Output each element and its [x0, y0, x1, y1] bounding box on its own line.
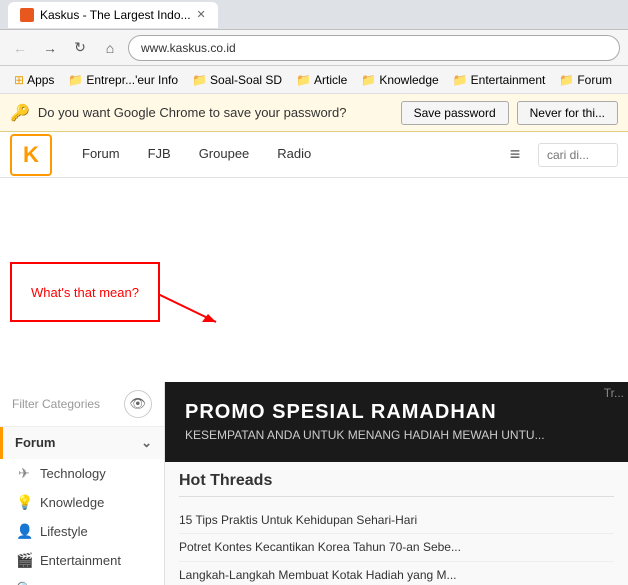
hot-threads-title: Hot Threads — [179, 472, 614, 497]
tooltip-text: What's that mean? — [31, 285, 139, 300]
entertainment-icon: 🎬 — [16, 552, 32, 569]
site-nav: K Forum FJB Groupee Radio ≡ — [0, 132, 628, 178]
filter-header: Filter Categories 👁 — [0, 382, 164, 427]
nav-fjb[interactable]: FJB — [134, 132, 185, 178]
main-layout: Filter Categories 👁 Forum ⌄ ✈ Technology… — [0, 382, 628, 585]
sidebar-forum-header[interactable]: Forum ⌄ — [0, 427, 164, 459]
nav-radio[interactable]: Radio — [263, 132, 325, 178]
right-content: PROMO SPESIAL RAMADHAN KESEMPATAN ANDA U… — [165, 382, 628, 585]
address-bar[interactable]: www.kaskus.co.id — [128, 35, 620, 61]
apps-grid-icon: ⊞ — [14, 73, 24, 87]
folder-icon-5: 📁 — [453, 73, 468, 87]
browser-tab[interactable]: Kaskus - The Largest Indo... ✕ — [8, 2, 218, 28]
sidebar-item-knowledge[interactable]: 💡 Knowledge — [0, 488, 164, 517]
filter-label: Filter Categories — [12, 397, 100, 411]
thread-item[interactable]: Langkah-Langkah Membuat Kotak Hadiah yan… — [179, 562, 614, 585]
eye-button[interactable]: 👁 — [124, 390, 152, 418]
sidebar-forum-label: Forum — [15, 435, 55, 450]
hot-threads: Hot Threads 15 Tips Praktis Untuk Kehidu… — [165, 462, 628, 585]
bookmark-forum[interactable]: 📁 Forum — [553, 71, 618, 89]
bookmark-soal[interactable]: 📁 Soal-Soal SD — [186, 71, 288, 89]
bookmarks-bar: ⊞ Apps 📁 Entrepr...'eur Info 📁 Soal-Soal… — [0, 66, 628, 94]
hero-text: PROMO SPESIAL RAMADHAN KESEMPATAN ANDA U… — [185, 401, 545, 442]
sidebar-item-interest[interactable]: 🔍 Interest — [0, 575, 164, 585]
knowledge-icon: 💡 — [16, 494, 32, 511]
bookmark-entertainment[interactable]: 📁 Entertainment — [447, 71, 552, 89]
technology-icon: ✈ — [16, 465, 32, 482]
chevron-down-icon: ⌄ — [141, 435, 152, 451]
sidebar-item-entertainment[interactable]: 🎬 Entertainment — [0, 546, 164, 575]
nav-groupee[interactable]: Groupee — [185, 132, 264, 178]
tooltip-box: What's that mean? — [10, 262, 160, 322]
url-text: www.kaskus.co.id — [141, 41, 236, 55]
sidebar-item-entertainment-label: Entertainment — [40, 553, 121, 568]
logo-letter: K — [23, 142, 39, 168]
hero-title: PROMO SPESIAL RAMADHAN — [185, 401, 545, 424]
site-logo[interactable]: K — [10, 134, 52, 176]
tab-close-button[interactable]: ✕ — [197, 8, 206, 21]
sidebar-item-knowledge-label: Knowledge — [40, 495, 104, 510]
hero-banner: PROMO SPESIAL RAMADHAN KESEMPATAN ANDA U… — [165, 382, 628, 462]
key-icon: 🔑 — [10, 103, 30, 123]
site-search-input[interactable] — [538, 143, 618, 167]
back-button[interactable]: ← — [8, 36, 32, 60]
bookmark-entrepr[interactable]: 📁 Entrepr...'eur Info — [62, 71, 184, 89]
password-bar: 🔑 Do you want Google Chrome to save your… — [0, 94, 628, 132]
hero-subtitle: KESEMPATAN ANDA UNTUK MENANG HADIAH MEWA… — [185, 428, 545, 442]
tab-favicon — [20, 8, 34, 22]
never-save-button[interactable]: Never for thi... — [517, 101, 618, 125]
sidebar-item-lifestyle-label: Lifestyle — [40, 524, 88, 539]
browser-titlebar: Kaskus - The Largest Indo... ✕ — [0, 0, 628, 30]
folder-icon-6: 📁 — [559, 73, 574, 87]
thread-item[interactable]: 15 Tips Praktis Untuk Kehidupan Sehari-H… — [179, 507, 614, 535]
refresh-button[interactable]: ↻ — [68, 36, 92, 60]
thread-item[interactable]: Potret Kontes Kecantikan Korea Tahun 70-… — [179, 534, 614, 562]
tab-title: Kaskus - The Largest Indo... — [40, 8, 191, 22]
sidebar-item-interest-label: Interest — [40, 582, 83, 585]
page-content: What's that mean? K Forum FJB Groupee Ra… — [0, 132, 628, 585]
sidebar-item-technology[interactable]: ✈ Technology — [0, 459, 164, 488]
interest-icon: 🔍 — [16, 581, 32, 585]
folder-icon-4: 📁 — [361, 73, 376, 87]
tooltip-arrow — [158, 294, 218, 324]
browser-toolbar: ← → ↻ ⌂ www.kaskus.co.id — [0, 30, 628, 66]
bookmark-article[interactable]: 📁 Article — [290, 71, 353, 89]
folder-icon: 📁 — [68, 73, 83, 87]
home-button[interactable]: ⌂ — [98, 36, 122, 60]
bookmark-knowledge[interactable]: 📁 Knowledge — [355, 71, 444, 89]
sidebar-item-technology-label: Technology — [40, 466, 106, 481]
lifestyle-icon: 👤 — [16, 523, 32, 540]
hero-badge: Tr... — [600, 382, 628, 404]
sidebar: Filter Categories 👁 Forum ⌄ ✈ Technology… — [0, 382, 165, 585]
folder-icon-2: 📁 — [192, 73, 207, 87]
password-prompt-text: Do you want Google Chrome to save your p… — [38, 105, 393, 120]
hamburger-menu-button[interactable]: ≡ — [500, 140, 530, 170]
forward-button[interactable]: → — [38, 36, 62, 60]
nav-links: Forum FJB Groupee Radio — [68, 132, 500, 178]
save-password-button[interactable]: Save password — [401, 101, 509, 125]
sidebar-item-lifestyle[interactable]: 👤 Lifestyle — [0, 517, 164, 546]
folder-icon-3: 📁 — [296, 73, 311, 87]
thread-list: 15 Tips Praktis Untuk Kehidupan Sehari-H… — [179, 507, 614, 585]
sidebar-section-forum: Forum ⌄ ✈ Technology 💡 Knowledge 👤 Lifes… — [0, 427, 164, 585]
nav-forum[interactable]: Forum — [68, 132, 134, 178]
bookmark-apps[interactable]: ⊞ Apps — [8, 71, 60, 89]
